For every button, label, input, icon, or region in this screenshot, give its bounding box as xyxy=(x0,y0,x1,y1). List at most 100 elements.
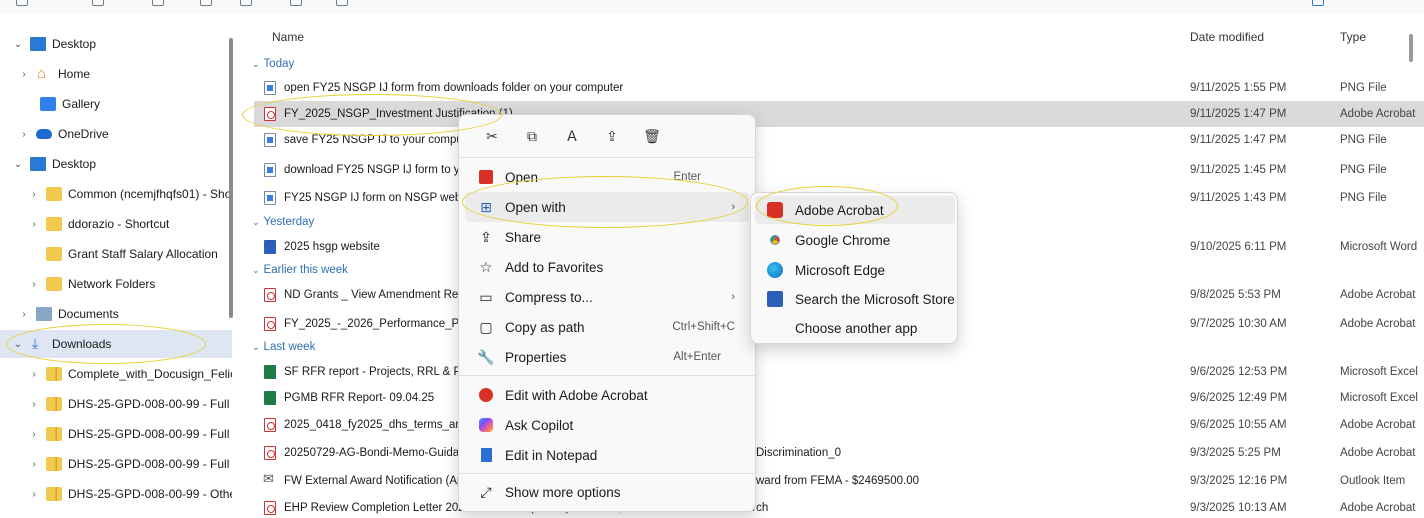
chevron-right-icon[interactable]: › xyxy=(28,429,40,440)
shortcut-label: Enter xyxy=(673,171,702,183)
details-pane-icon[interactable] xyxy=(1312,0,1324,6)
menu-item-label: Open xyxy=(505,169,539,185)
submenu-item-choose-app[interactable]: Choose another app xyxy=(755,314,955,342)
folder-icon xyxy=(46,277,62,291)
table-row-selected[interactable]: FY_2025_NSGP_Investment Justification (1… xyxy=(254,101,1424,127)
submenu-item-store[interactable]: Search the Microsoft Store xyxy=(755,285,955,313)
table-row[interactable]: save FY25 NSGP IJ to your computer 9/11/2… xyxy=(254,127,1424,153)
group-header-lastweek[interactable]: ⌄ Last week xyxy=(252,337,315,357)
cut-icon[interactable]: ✂ xyxy=(477,123,507,149)
open-with-icon: ⊞ xyxy=(480,198,492,215)
table-row[interactable]: download FY25 NSGP IJ form to your 9/11/2… xyxy=(254,157,1424,183)
table-row[interactable]: EHP Review Completion Letter 2024-UA-052… xyxy=(254,495,1424,518)
pdf-file-icon xyxy=(264,418,276,432)
acrobat-edit-icon xyxy=(477,386,495,404)
file-type: Adobe Acrobat xyxy=(1340,108,1416,120)
chevron-right-icon[interactable]: › xyxy=(28,219,40,230)
nav-item-gallery[interactable]: Gallery xyxy=(0,90,232,118)
submenu-item-edge[interactable]: Microsoft Edge xyxy=(755,256,955,284)
chevron-right-icon[interactable]: › xyxy=(28,399,40,410)
table-row[interactable]: PGMB RFR Report- 09.04.25 9/6/2025 12:49 … xyxy=(254,385,1424,411)
chevron-down-icon[interactable]: ⌄ xyxy=(12,339,24,350)
menu-item-open-with[interactable]: ⊞ Open with › xyxy=(465,192,749,222)
file-date: 9/11/2025 1:45 PM xyxy=(1190,164,1287,176)
group-header-today[interactable]: ⌄ Today xyxy=(252,54,294,74)
submenu-item-label: Microsoft Edge xyxy=(795,262,886,278)
nav-item-docusign[interactable]: › Complete_with_Docusign_Felicia xyxy=(0,360,232,388)
nav-item-common[interactable]: › Common (ncemjfhqfs01) - Short xyxy=(0,180,232,208)
chevron-down-icon[interactable]: ⌄ xyxy=(12,39,24,50)
menu-item-share[interactable]: ⇪ Share xyxy=(465,222,749,252)
view-icon[interactable] xyxy=(92,0,104,6)
delete-icon[interactable]: 🗑 xyxy=(637,123,667,149)
nav-item-grant-staff[interactable]: Grant Staff Salary Allocation xyxy=(0,240,232,268)
quick-actions: ✂ ⧉ Ａ ⇪ 🗑 xyxy=(477,123,677,149)
table-row[interactable]: 2025_0418_fy2025_dhs_terms_and_co 9/6/202… xyxy=(254,412,1424,438)
table-row[interactable]: 20250729-AG-Bondi-Memo-Guidance Discrimin… xyxy=(254,440,1424,466)
menu-item-notepad[interactable]: Edit in Notepad xyxy=(465,440,749,470)
file-type: PNG File xyxy=(1340,134,1387,146)
list-scrollbar[interactable] xyxy=(1409,34,1413,62)
nav-item-network-folders[interactable]: › Network Folders xyxy=(0,270,232,298)
nav-item-ddorazio[interactable]: › ddorazio - Shortcut xyxy=(0,210,232,238)
back-icon[interactable] xyxy=(16,0,28,6)
column-header-type[interactable]: Type xyxy=(1340,30,1366,48)
nav-item-label: DHS-25-GPD-008-00-99 - Full A xyxy=(68,457,232,471)
nav-item-desktop-2[interactable]: ⌄ Desktop xyxy=(0,150,232,178)
file-date: 9/11/2025 1:43 PM xyxy=(1190,192,1287,204)
chevron-right-icon[interactable]: › xyxy=(28,459,40,470)
chevron-right-icon[interactable]: › xyxy=(18,69,30,80)
group-header-earlier[interactable]: ⌄ Earlier this week xyxy=(252,260,348,280)
layout-icon[interactable] xyxy=(200,0,212,6)
png-file-icon xyxy=(264,191,276,205)
more-icon[interactable] xyxy=(336,0,348,6)
chevron-right-icon[interactable]: › xyxy=(28,369,40,380)
group-header-yesterday[interactable]: ⌄ Yesterday xyxy=(252,212,314,232)
submenu-item-acrobat[interactable]: Adobe Acrobat xyxy=(755,196,955,224)
nav-item-documents[interactable]: › Documents xyxy=(0,300,232,328)
nav-item-desktop[interactable]: ⌄ Desktop xyxy=(0,30,232,58)
file-type: Microsoft Word xyxy=(1340,241,1418,253)
nav-scrollbar[interactable] xyxy=(229,38,233,318)
table-row[interactable]: SF RFR report - Projects, RRL & Payme 9/6… xyxy=(254,359,1424,385)
menu-item-more-options[interactable]: ⤢ Show more options xyxy=(465,477,749,507)
copy-icon[interactable]: ⧉ xyxy=(517,123,547,149)
nav-item-dhs-1[interactable]: › DHS-25-GPD-008-00-99 - Full A xyxy=(0,390,232,418)
excel-file-icon xyxy=(264,391,276,405)
menu-item-edit-acrobat[interactable]: Edit with Adobe Acrobat xyxy=(465,380,749,410)
group-label: Earlier this week xyxy=(263,264,348,276)
nav-item-label: DHS-25-GPD-008-00-99 - Other xyxy=(68,487,232,501)
table-row[interactable]: open FY25 NSGP IJ form from downloads fo… xyxy=(254,75,1424,101)
nav-item-label: Downloads xyxy=(52,337,112,351)
menu-item-open[interactable]: Open Enter xyxy=(465,162,749,192)
menu-item-favorites[interactable]: ☆ Add to Favorites xyxy=(465,252,749,282)
desktop-icon xyxy=(30,37,46,51)
network-folder-icon xyxy=(46,217,62,231)
submenu-item-chrome[interactable]: Google Chrome xyxy=(755,226,955,254)
share-icon[interactable]: ⇪ xyxy=(597,123,627,149)
details-icon[interactable] xyxy=(290,0,302,6)
menu-item-copy-path[interactable]: ▢ Copy as path Ctrl+Shift+C xyxy=(465,312,749,342)
nav-item-dhs-other[interactable]: › DHS-25-GPD-008-00-99 - Other xyxy=(0,480,232,508)
chevron-right-icon[interactable]: › xyxy=(18,309,30,320)
column-header-date[interactable]: Date modified xyxy=(1190,30,1264,48)
nav-item-onedrive[interactable]: › OneDrive xyxy=(0,120,232,148)
nav-item-home[interactable]: › ⌂ Home xyxy=(0,60,232,88)
nav-item-downloads[interactable]: ⌄ ⤓ Downloads xyxy=(0,330,232,358)
table-row[interactable]: FW External Award Notification (Appward … xyxy=(254,468,1424,494)
chevron-right-icon[interactable]: › xyxy=(28,189,40,200)
chevron-right-icon[interactable]: › xyxy=(28,489,40,500)
chevron-right-icon[interactable]: › xyxy=(18,129,30,140)
menu-item-compress[interactable]: ▭ Compress to... › xyxy=(465,282,749,312)
column-header-name[interactable]: Name xyxy=(272,30,304,48)
chevron-down-icon[interactable]: ⌄ xyxy=(12,159,24,170)
nav-item-dhs-2[interactable]: › DHS-25-GPD-008-00-99 - Full A xyxy=(0,420,232,448)
filter-icon[interactable] xyxy=(240,0,252,6)
chevron-right-icon[interactable]: › xyxy=(28,279,40,290)
menu-item-copilot[interactable]: Ask Copilot xyxy=(465,410,749,440)
menu-item-properties[interactable]: 🔧 Properties Alt+Enter xyxy=(465,342,749,372)
nav-item-dhs-3[interactable]: › DHS-25-GPD-008-00-99 - Full A xyxy=(0,450,232,478)
pdf-file-icon xyxy=(264,317,276,331)
sort-icon[interactable] xyxy=(152,0,164,6)
rename-icon[interactable]: Ａ xyxy=(557,123,587,149)
